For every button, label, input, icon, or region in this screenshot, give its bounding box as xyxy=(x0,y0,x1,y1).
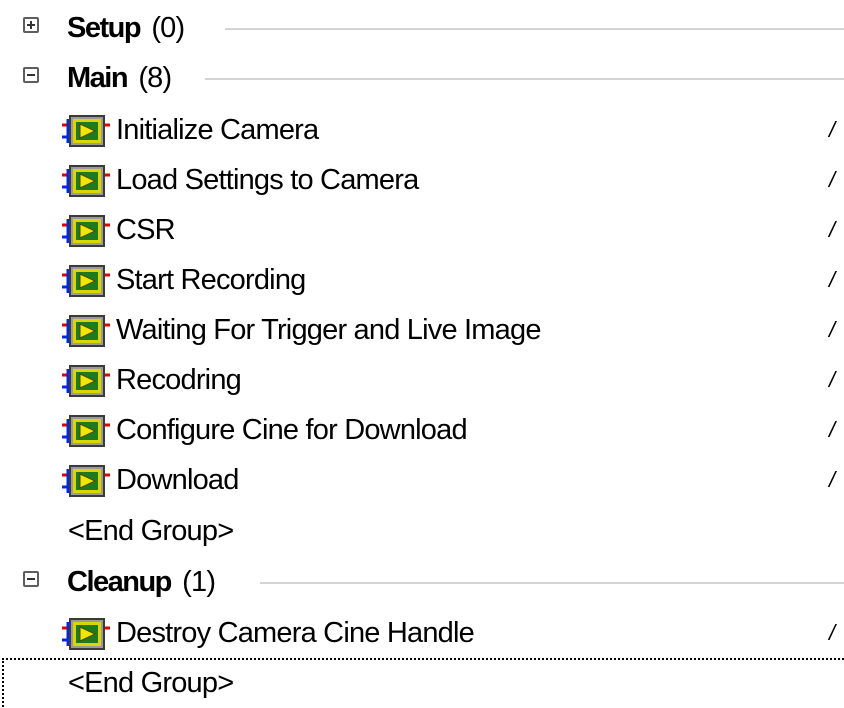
vi-step-icon xyxy=(62,465,110,497)
vi-step-icon xyxy=(62,215,110,247)
step-waiting-for-trigger[interactable]: Waiting For Trigger and Live Image / xyxy=(0,305,844,355)
collapse-icon[interactable] xyxy=(23,571,39,587)
group-name: Setup xyxy=(67,12,142,44)
vi-step-icon xyxy=(62,115,110,147)
collapse-icon[interactable] xyxy=(23,67,39,83)
step-label: Configure Cine for Download xyxy=(116,414,468,446)
column-mark: / xyxy=(829,217,835,242)
step-start-recording[interactable]: Start Recording / xyxy=(0,255,844,305)
end-group-cleanup[interactable]: <End Group> xyxy=(0,658,844,708)
step-label: Waiting For Trigger and Live Image xyxy=(116,314,541,346)
group-label: Setup (0) xyxy=(67,3,185,53)
group-label: Cleanup (1) xyxy=(67,557,216,607)
end-group-label: <End Group> xyxy=(68,515,234,547)
sequence-tree: Setup (0) Main (8) Initialize Camera / L… xyxy=(0,0,844,707)
step-label: Destroy Camera Cine Handle xyxy=(116,617,475,649)
group-divider xyxy=(225,28,844,30)
group-count: (0) xyxy=(151,12,185,44)
group-count: (8) xyxy=(138,62,172,94)
step-label: CSR xyxy=(116,214,176,246)
step-label: Load Settings to Camera xyxy=(116,164,419,196)
column-mark: / xyxy=(829,367,835,392)
group-header-cleanup[interactable]: Cleanup (1) xyxy=(0,557,844,607)
step-configure-cine[interactable]: Configure Cine for Download / xyxy=(0,405,844,455)
step-recodring[interactable]: Recodring / xyxy=(0,355,844,405)
step-label: Download xyxy=(116,464,239,496)
group-name: Cleanup xyxy=(67,566,172,598)
group-count: (1) xyxy=(182,566,216,598)
column-mark: / xyxy=(829,467,835,492)
vi-step-icon xyxy=(62,315,110,347)
group-header-setup[interactable]: Setup (0) xyxy=(0,3,844,53)
end-group-label: <End Group> xyxy=(68,667,234,699)
end-group-main[interactable]: <End Group> xyxy=(0,506,844,556)
step-label: Recodring xyxy=(116,364,242,396)
column-mark: / xyxy=(829,317,835,342)
group-name: Main xyxy=(67,62,129,94)
step-label: Start Recording xyxy=(116,264,306,296)
group-label: Main (8) xyxy=(67,53,172,103)
vi-step-icon xyxy=(62,618,110,650)
column-mark: / xyxy=(829,167,835,192)
step-load-settings[interactable]: Load Settings to Camera / xyxy=(0,155,844,205)
vi-step-icon xyxy=(62,265,110,297)
step-csr[interactable]: CSR / xyxy=(0,205,844,255)
step-label: Initialize Camera xyxy=(116,114,319,146)
group-header-main[interactable]: Main (8) xyxy=(0,53,844,103)
expand-icon[interactable] xyxy=(23,17,39,33)
step-initialize-camera[interactable]: Initialize Camera / xyxy=(0,105,844,155)
column-mark: / xyxy=(829,117,835,142)
group-divider xyxy=(260,582,844,584)
column-mark: / xyxy=(829,417,835,442)
vi-step-icon xyxy=(62,415,110,447)
column-mark: / xyxy=(829,620,835,645)
step-destroy-camera-cine-handle[interactable]: Destroy Camera Cine Handle / xyxy=(0,608,844,658)
vi-step-icon xyxy=(62,365,110,397)
column-mark: / xyxy=(829,267,835,292)
vi-step-icon xyxy=(62,165,110,197)
group-divider xyxy=(205,78,844,80)
step-download[interactable]: Download / xyxy=(0,455,844,505)
